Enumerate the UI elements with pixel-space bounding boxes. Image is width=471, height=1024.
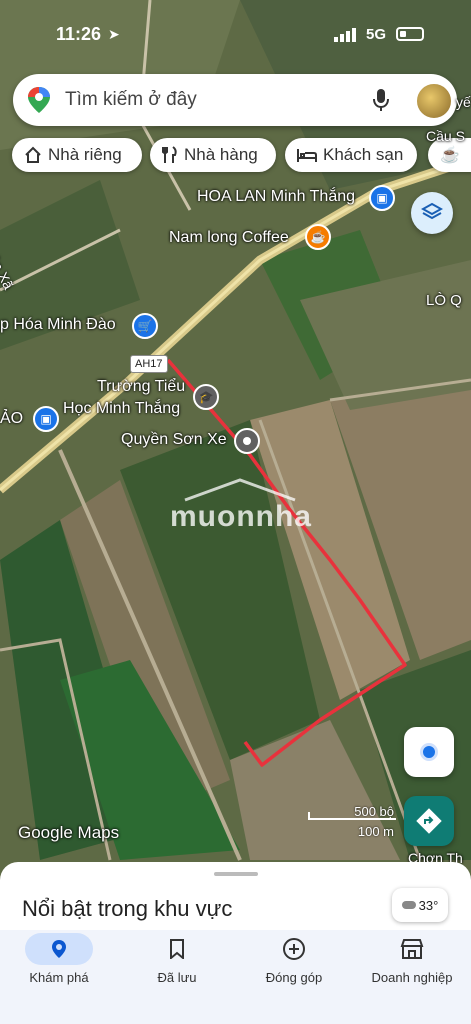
coffee-icon: ☕ xyxy=(440,147,460,164)
place-label[interactable]: Học Minh Thắng xyxy=(63,400,180,418)
nav-saved[interactable]: Đã lưu xyxy=(122,930,232,985)
place-label[interactable]: Quyền Sơn Xe xyxy=(121,431,227,449)
place-label[interactable]: HOA LAN Minh Thắng xyxy=(197,188,355,206)
sheet-title: Nổi bật trong khu vực xyxy=(22,896,233,921)
chip-label: Nhà hàng xyxy=(184,145,258,164)
explore-pin-icon xyxy=(25,933,93,965)
temperature: 33° xyxy=(418,897,439,913)
home-icon xyxy=(25,146,41,163)
edge-label: Cầu S xyxy=(426,128,465,144)
place-dot-icon[interactable] xyxy=(234,428,260,454)
nav-label: Doanh nghiệp xyxy=(371,970,453,985)
nav-explore[interactable]: Khám phá xyxy=(4,930,114,985)
nav-label: Đóng góp xyxy=(265,970,323,985)
chip-restaurants[interactable]: Nhà hàng xyxy=(150,138,276,172)
place-label[interactable]: p Hóa Minh Đào xyxy=(0,316,116,334)
nav-contribute[interactable]: Đóng góp xyxy=(239,930,349,985)
chip-home[interactable]: Nhà riêng xyxy=(12,138,142,172)
drag-handle[interactable] xyxy=(214,872,258,876)
watermark: muonnha xyxy=(170,500,312,533)
store-icon xyxy=(400,939,424,959)
edge-label: yế xyxy=(456,94,471,110)
nav-label: Khám phá xyxy=(29,970,89,985)
battery-icon xyxy=(396,27,424,41)
place-label[interactable]: Trường Tiểu xyxy=(97,378,185,396)
my-location-button[interactable] xyxy=(404,727,454,777)
add-circle-icon xyxy=(283,938,305,960)
hotel-icon xyxy=(297,149,317,162)
coffee-icon[interactable]: ☕ xyxy=(305,224,331,250)
scale-metric: 100 m xyxy=(357,824,394,839)
chip-hotels[interactable]: Khách sạn xyxy=(285,138,417,172)
cloud-icon xyxy=(401,901,416,909)
bookmark-icon xyxy=(170,939,184,959)
highway-badge: AH17 xyxy=(130,355,168,373)
directions-button[interactable] xyxy=(404,796,454,846)
place-label[interactable]: Nam long Coffee xyxy=(169,229,289,247)
status-time: 11:26 xyxy=(56,24,102,44)
restaurant-icon xyxy=(162,146,177,163)
cart-icon[interactable]: 🛒 xyxy=(132,313,158,339)
google-maps-logo-icon xyxy=(27,86,51,119)
category-chips: Nhà riêng Nhà hàng Khách sạn ☕ xyxy=(12,138,471,174)
chip-label: Nhà riêng xyxy=(48,145,122,164)
edge-label: LÒ Q xyxy=(426,292,462,309)
map-attribution: Google Maps xyxy=(18,823,120,842)
my-location-icon xyxy=(420,743,438,761)
shopping-bag-icon[interactable]: ▣ xyxy=(369,185,395,211)
nav-label: Đã lưu xyxy=(157,970,197,985)
avatar[interactable] xyxy=(415,82,453,120)
search-placeholder[interactable]: Tìm kiếm ở đây xyxy=(65,89,197,111)
search-bar[interactable]: Tìm kiếm ở đây xyxy=(13,74,457,126)
signal-icon xyxy=(334,28,358,42)
chip-label: Khách sạn xyxy=(323,145,404,164)
scale-imperial: 500 bộ xyxy=(354,804,394,819)
shopping-bag-icon[interactable]: ▣ xyxy=(33,406,59,432)
weather-badge[interactable]: 33° xyxy=(392,888,448,922)
microphone-icon[interactable] xyxy=(373,88,389,117)
school-icon[interactable]: 🎓 xyxy=(193,384,219,410)
nav-business[interactable]: Doanh nghiệp xyxy=(357,930,467,985)
network-type: 5G xyxy=(366,26,387,43)
layers-icon xyxy=(421,202,443,220)
directions-icon xyxy=(416,808,442,834)
edge-label: ẢO xyxy=(0,410,24,427)
status-bar: 11:26 ➤ 5G xyxy=(0,0,471,70)
location-arrow-icon: ➤ xyxy=(108,26,120,42)
layers-button[interactable] xyxy=(411,192,453,234)
scale-bar: 500 bộ 100 m xyxy=(308,804,398,840)
bottom-nav: Khám phá Đã lưu Đóng góp Doanh nghiệp xyxy=(0,930,471,1024)
